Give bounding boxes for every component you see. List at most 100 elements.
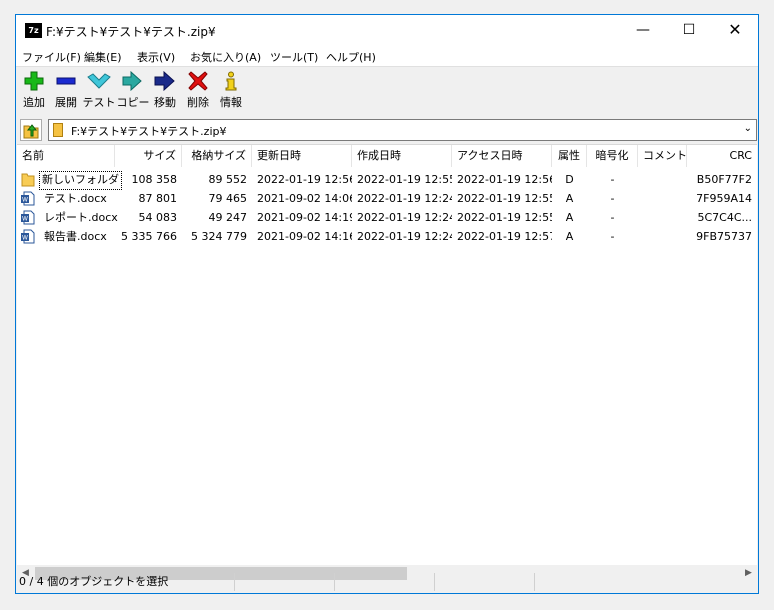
- svg-text:W: W: [22, 216, 28, 223]
- menu-help[interactable]: ヘルプ(H): [326, 49, 376, 65]
- file-name: テスト.docx: [44, 192, 107, 205]
- menu-tools[interactable]: ツール(T): [270, 49, 318, 65]
- add-button[interactable]: 追加: [17, 71, 51, 113]
- address-row: F:¥テスト¥テスト¥テスト.zip¥ ⌄: [16, 118, 758, 142]
- file-size: 54 083: [138, 211, 178, 224]
- status-bar: 0 / 4 個のオブジェクトを選択: [16, 571, 758, 593]
- file-modified: 2022-01-19 12:56: [257, 173, 352, 186]
- menu-view[interactable]: 表示(V): [137, 49, 175, 65]
- file-accessed: 2022-01-19 12:55: [457, 211, 552, 224]
- delete-label: 削除: [187, 96, 209, 109]
- word-document-icon: W: [21, 229, 35, 244]
- delete-icon: [188, 71, 208, 91]
- column-header-encrypted[interactable]: 暗号化: [587, 145, 638, 167]
- file-attributes: A: [565, 192, 574, 205]
- add-icon: [24, 71, 44, 91]
- folder-up-icon: [23, 124, 39, 139]
- file-name: 報告書.docx: [44, 230, 107, 243]
- file-modified: 2021-09-02 14:16: [257, 230, 352, 243]
- file-comment: [638, 170, 687, 189]
- column-header-comment[interactable]: コメント: [638, 145, 687, 167]
- file-crc: 5C7C4C...: [697, 211, 752, 224]
- file-created: 2022-01-19 12:55: [357, 173, 452, 186]
- 7zip-app-icon: 7z: [25, 23, 42, 38]
- file-accessed: 2022-01-19 12:56: [457, 173, 552, 186]
- file-list[interactable]: 名前 サイズ 格納サイズ 更新日時 作成日時 アクセス日時 属性 暗号化 コメン…: [17, 144, 757, 566]
- list-header: 名前 サイズ 格納サイズ 更新日時 作成日時 アクセス日時 属性 暗号化 コメン…: [17, 145, 757, 167]
- move-icon: [154, 71, 175, 91]
- file-name: レポート.docx: [44, 211, 118, 224]
- word-document-icon: W: [21, 191, 35, 206]
- column-header-accessed[interactable]: アクセス日時: [452, 145, 552, 167]
- move-button[interactable]: 移動: [148, 71, 182, 113]
- file-modified: 2021-09-02 14:19: [257, 211, 352, 224]
- copy-icon: [122, 71, 142, 91]
- menu-bar: ファイル(F) 編集(E) 表示(V) お気に入り(A) ツール(T) ヘルプ(…: [16, 46, 758, 67]
- parent-folder-button[interactable]: [20, 119, 42, 141]
- extract-icon: [56, 77, 76, 85]
- file-encrypted: -: [610, 173, 615, 186]
- menu-edit[interactable]: 編集(E): [84, 49, 122, 65]
- file-crc: B50F77F2: [696, 173, 752, 186]
- file-packed-size: 89 552: [208, 173, 248, 186]
- file-size: 87 801: [138, 192, 178, 205]
- title-bar[interactable]: 7z F:¥テスト¥テスト¥テスト.zip¥ — ☐ ✕: [16, 15, 758, 46]
- column-header-crc[interactable]: CRC: [687, 145, 757, 167]
- test-label: テスト: [82, 96, 116, 109]
- delete-button[interactable]: 削除: [181, 71, 215, 113]
- word-document-icon: W: [21, 210, 35, 225]
- menu-file[interactable]: ファイル(F): [22, 49, 81, 65]
- test-button[interactable]: テスト: [82, 71, 116, 113]
- app-window: 7z F:¥テスト¥テスト¥テスト.zip¥ — ☐ ✕ ファイル(F) 編集(…: [15, 14, 759, 594]
- info-label: 情報: [220, 96, 242, 109]
- file-accessed: 2022-01-19 12:57: [457, 230, 552, 243]
- test-icon: [87, 73, 111, 89]
- zip-archive-icon: [53, 123, 63, 137]
- list-item[interactable]: W テスト.docx 87 801 79 465 2021-09-02 14:0…: [17, 189, 757, 208]
- window-title: F:¥テスト¥テスト¥テスト.zip¥: [46, 25, 216, 39]
- file-attributes: A: [565, 230, 574, 243]
- file-packed-size: 49 247: [208, 211, 248, 224]
- move-label: 移動: [154, 96, 176, 109]
- minimize-button[interactable]: —: [620, 15, 666, 45]
- file-attributes: D: [565, 173, 574, 186]
- info-icon: [225, 71, 237, 91]
- column-header-packed-size[interactable]: 格納サイズ: [182, 145, 252, 167]
- close-button[interactable]: ✕: [712, 15, 758, 45]
- file-packed-size: 5 324 779: [191, 230, 247, 243]
- extract-button[interactable]: 展開: [49, 71, 83, 113]
- address-bar[interactable]: F:¥テスト¥テスト¥テスト.zip¥ ⌄: [48, 119, 757, 141]
- menu-favorites[interactable]: お気に入り(A): [190, 49, 261, 65]
- file-comment: [638, 189, 687, 208]
- list-item[interactable]: W 報告書.docx 5 335 766 5 324 779 2021-09-0…: [17, 227, 757, 246]
- list-item[interactable]: W レポート.docx 54 083 49 247 2021-09-02 14:…: [17, 208, 757, 227]
- maximize-button[interactable]: ☐: [666, 15, 712, 45]
- file-encrypted: -: [610, 211, 615, 224]
- copy-button[interactable]: コピー: [116, 71, 150, 113]
- column-header-size[interactable]: サイズ: [115, 145, 182, 167]
- column-header-created[interactable]: 作成日時: [352, 145, 452, 167]
- file-crc: 9FB75737: [696, 230, 752, 243]
- status-panel-3: [335, 573, 435, 591]
- column-header-attributes[interactable]: 属性: [552, 145, 587, 167]
- file-encrypted: -: [610, 230, 615, 243]
- status-selection: 0 / 4 個のオブジェクトを選択: [17, 573, 235, 591]
- file-comment: [638, 208, 687, 227]
- status-panel-2: [235, 573, 335, 591]
- status-panel-4: [435, 573, 535, 591]
- folder-icon: [21, 173, 35, 187]
- file-created: 2022-01-19 12:24: [357, 192, 452, 205]
- toolbar: 追加 展開 テスト コピー 移動 削除 情報: [16, 67, 758, 117]
- file-size: 5 335 766: [121, 230, 177, 243]
- chevron-down-icon[interactable]: ⌄: [744, 123, 752, 134]
- file-attributes: A: [565, 211, 574, 224]
- column-header-modified[interactable]: 更新日時: [252, 145, 352, 167]
- file-size: 108 358: [131, 173, 178, 186]
- file-packed-size: 79 465: [208, 192, 248, 205]
- file-modified: 2021-09-02 14:06: [257, 192, 352, 205]
- list-item[interactable]: 新しいフォルダ 108 358 89 552 2022-01-19 12:56 …: [17, 170, 757, 190]
- file-crc: 7F959A14: [696, 192, 752, 205]
- address-input[interactable]: F:¥テスト¥テスト¥テスト.zip¥: [71, 123, 226, 139]
- column-header-name[interactable]: 名前: [17, 145, 115, 167]
- info-button[interactable]: 情報: [214, 71, 248, 113]
